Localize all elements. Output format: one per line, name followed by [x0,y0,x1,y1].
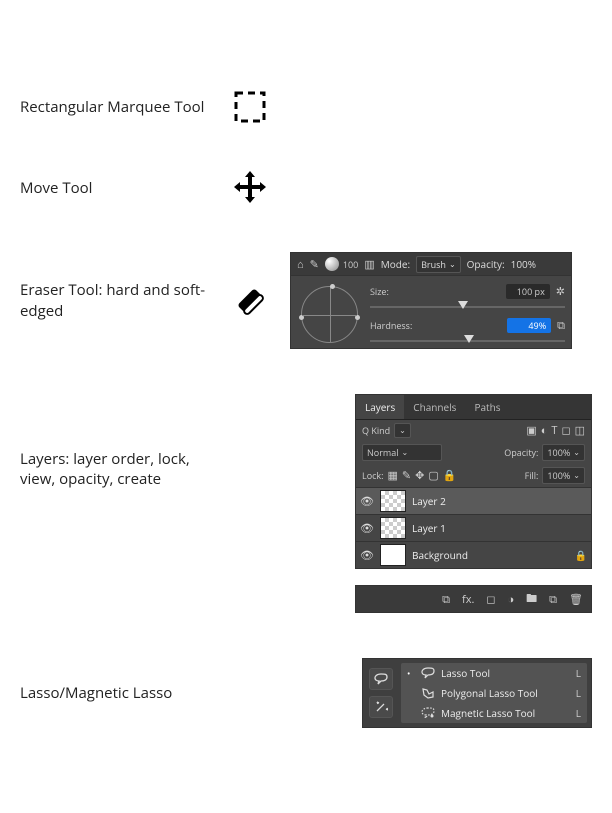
lasso-flyout: •Lasso ToolLPolygonal Lasso ToolLMagneti… [362,658,592,728]
kind-label: Q Kind [362,424,390,437]
tab-paths[interactable]: Paths [465,395,509,419]
eraser-icon [230,281,270,321]
adjustment-icon[interactable]: ◑ [508,592,515,607]
lasso-item-label: Polygonal Lasso Tool [441,686,538,700]
visibility-icon[interactable]: 👁 [360,494,374,509]
brush-preview-icon[interactable] [325,257,339,271]
layer-thumbnail[interactable] [380,544,406,566]
filter-smart-icon[interactable]: ◫ [575,423,585,438]
lasso-menu-item[interactable]: • Lasso Tool L [401,663,587,683]
filter-shape-icon[interactable]: ◻ [561,423,570,438]
check-icon: • [407,667,415,680]
marquee-icon [233,90,267,124]
size-label: Size: [370,285,389,298]
lasso-variant-icon [421,687,435,699]
blend-mode-dropdown[interactable]: Normal [362,444,442,461]
layer-thumbnail[interactable] [380,490,406,512]
layer-thumbnail[interactable] [380,517,406,539]
brush-preset-icon[interactable]: ✎ [310,257,319,272]
opacity-label-2: Opacity: [504,446,538,459]
brush-size-number: 100 [343,258,358,271]
layer-row[interactable]: 👁 Layer 2 [356,487,591,514]
popout-icon[interactable]: ⧉ [557,318,565,333]
link-icon[interactable]: ⧉ [442,592,450,607]
fx-icon[interactable]: fx. [462,592,474,607]
fill-label: Fill: [525,469,539,482]
lasso-variant-icon [421,707,435,719]
size-slider[interactable] [370,300,565,314]
opacity-label: Opacity: [467,257,505,271]
move-icon [231,169,269,207]
lasso-variant-icon [421,667,435,679]
trash-icon[interactable]: 🗑 [569,592,583,607]
lock-trans-icon[interactable]: ▦ [388,468,398,483]
layers-panel: Layers Channels Paths Q Kind ▣ ◐ T ◻ ◫ N… [355,394,592,569]
layers-footer: ⧉ fx. ◻ ◑ 🖿 ⧉ 🗑 [355,585,592,613]
gear-icon[interactable]: ✲ [556,284,565,299]
layer-name: Background [412,548,468,562]
lasso-label: Lasso/Magnetic Lasso [20,683,220,703]
filter-adjust-icon[interactable]: ◐ [541,423,548,438]
layer-name: Layer 2 [412,494,446,508]
fill-field[interactable]: 100% [542,467,585,484]
group-icon[interactable]: 🖿 [526,590,537,609]
size-field[interactable]: 100 px [506,284,550,299]
mode-dropdown[interactable]: Brush [416,256,461,273]
lasso-menu-item[interactable]: Magnetic Lasso Tool L [401,703,587,723]
filter-image-icon[interactable]: ▣ [526,423,536,438]
wand-tool-button[interactable] [369,696,393,718]
tab-channels[interactable]: Channels [404,395,465,419]
new-layer-icon[interactable]: ⧉ [549,592,557,607]
home-icon[interactable]: ⌂ [297,257,304,272]
visibility-icon[interactable]: 👁 [360,521,374,536]
move-label: Move Tool [20,178,220,198]
layers-label: Layers: layer order, lock, view, opacity… [20,449,220,490]
lock-artboard-icon[interactable]: ▢ [428,468,438,483]
lock-label: Lock: [362,469,384,482]
eraser-label: Eraser Tool: hard and soft-edged [20,280,220,321]
lasso-tool-button[interactable] [369,668,393,690]
layer-list: 👁 Layer 2 👁 Layer 1 👁 Background 🔒 [356,487,591,568]
filter-type-icon[interactable]: T [551,423,557,438]
lasso-item-label: Lasso Tool [441,666,490,680]
layer-row[interactable]: 👁 Layer 1 [356,514,591,541]
shortcut-key: L [576,686,581,700]
hardness-field[interactable]: 49% [507,318,551,333]
kind-dropdown[interactable] [394,423,411,438]
eraser-options-panel: ⌂ ✎ 100 ▥ Mode: Brush Opacity: 100% Size… [290,252,572,349]
tab-layers[interactable]: Layers [356,395,404,419]
lock-all-icon[interactable]: 🔒 [443,468,457,483]
mask-icon[interactable]: ◻ [486,592,495,607]
panel-icon[interactable]: ▥ [364,257,374,272]
layer-name: Layer 1 [412,521,446,535]
lasso-item-label: Magnetic Lasso Tool [441,706,535,720]
lock-move-icon[interactable]: ✥ [415,468,424,483]
lock-icon: 🔒 [575,548,587,562]
mode-label: Mode: [381,257,410,271]
hardness-label: Hardness: [370,319,412,332]
brush-angle-control[interactable] [301,286,358,343]
opacity-field[interactable]: 100% [542,444,585,461]
layer-row[interactable]: 👁 Background 🔒 [356,541,591,568]
hardness-slider[interactable] [370,334,565,348]
shortcut-key: L [576,706,581,720]
opacity-value[interactable]: 100% [511,257,536,271]
lock-paint-icon[interactable]: ✎ [402,468,411,483]
lasso-menu-item[interactable]: Polygonal Lasso Tool L [401,683,587,703]
shortcut-key: L [576,666,581,680]
visibility-icon[interactable]: 👁 [360,548,374,563]
marquee-label: Rectangular Marquee Tool [20,97,220,117]
